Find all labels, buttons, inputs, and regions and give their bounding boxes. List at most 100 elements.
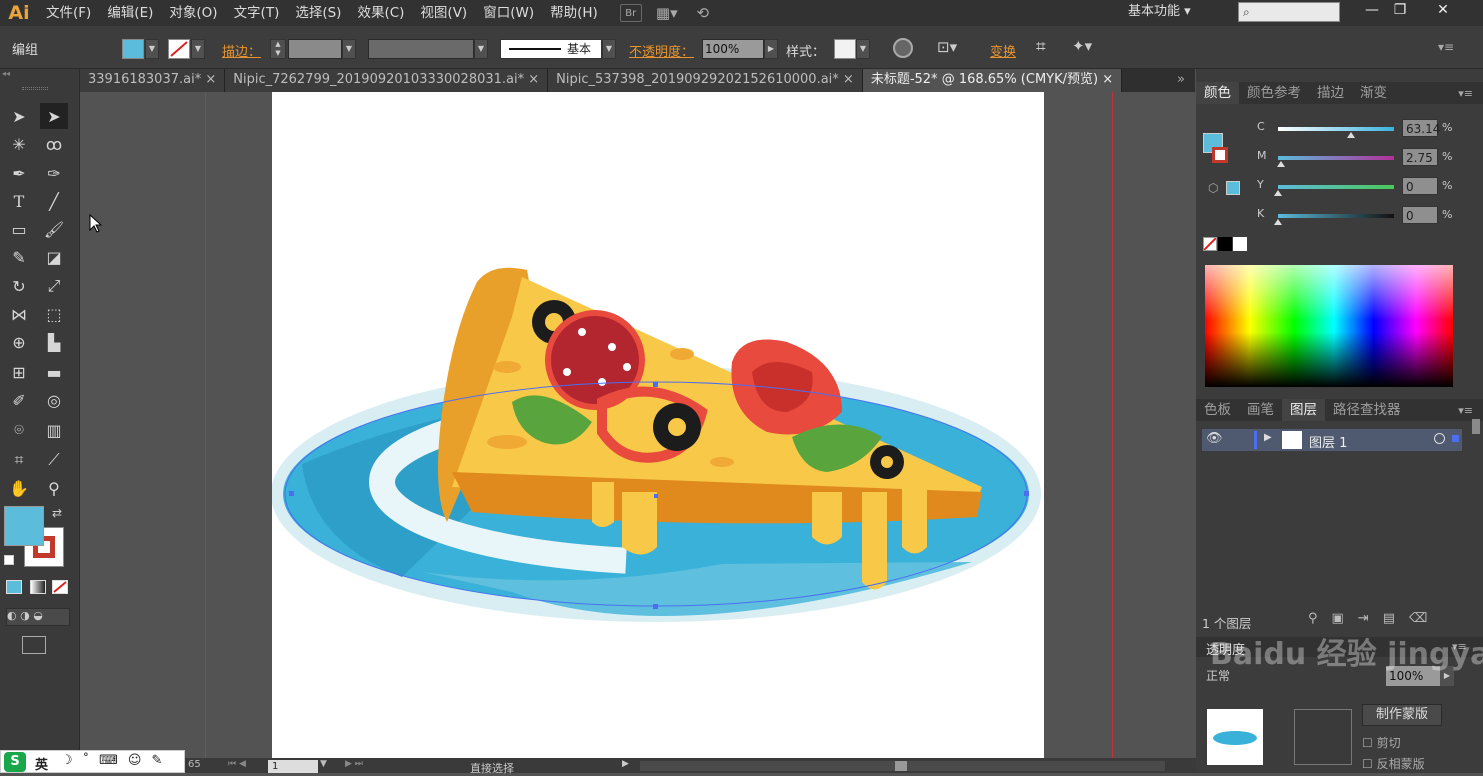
menu-window[interactable]: 窗口(W)	[475, 0, 542, 26]
tab-pathfinder[interactable]: 路径查找器	[1325, 399, 1409, 421]
layers-scrollbar[interactable]	[1472, 419, 1480, 434]
line-tool-icon[interactable]: ╱	[40, 188, 68, 214]
invert-mask-checkbox[interactable]: ☐ 反相蒙版	[1362, 755, 1425, 772]
isolation-mode-icon[interactable]: ✦▾	[1072, 37, 1092, 55]
k-value-field[interactable]: 0	[1402, 206, 1438, 224]
eraser-tool-icon[interactable]: ◪	[40, 244, 68, 270]
ime-toolbar[interactable]: S 英 ☽˚⌨☺✎	[0, 750, 185, 773]
layers-footer-icons[interactable]: ⚲▣⇥▤⌫	[1308, 611, 1441, 626]
bridge-button[interactable]: Br	[619, 4, 642, 22]
k-slider-thumb[interactable]	[1274, 219, 1282, 225]
close-icon[interactable]: ×	[843, 72, 854, 87]
transform-label[interactable]: 变换	[990, 41, 1016, 60]
pizza-artwork[interactable]	[271, 92, 1044, 760]
artboard-dropdown[interactable]: ▼	[320, 759, 327, 769]
close-icon[interactable]: ×	[205, 72, 216, 87]
close-icon[interactable]: ×	[1102, 72, 1113, 87]
toolbox-collapse-icon[interactable]: ◂◂	[0, 69, 80, 79]
fill-dropdown[interactable]: ▼	[145, 39, 159, 59]
c-slider-thumb[interactable]	[1347, 132, 1356, 138]
arrange-documents-icon[interactable]: ▦▾	[656, 4, 678, 22]
c-track[interactable]	[1278, 127, 1394, 138]
swap-colors-icon[interactable]: ⇄	[52, 506, 62, 520]
menu-view[interactable]: 视图(V)	[412, 0, 475, 26]
menu-effect[interactable]: 效果(C)	[349, 0, 412, 26]
stroke-label[interactable]: 描边：	[222, 41, 261, 60]
sogou-ime-icon[interactable]: S	[4, 752, 26, 772]
horizontal-scrollbar[interactable]	[640, 761, 1165, 771]
tab-color-guide[interactable]: 颜色参考	[1239, 82, 1309, 104]
tab-doc-2[interactable]: Nipic_7262799_20190920103330028031.ai* ×	[225, 69, 549, 92]
tab-swatches[interactable]: 色板	[1196, 399, 1239, 421]
artboard-tool-icon[interactable]: ⌗	[5, 447, 33, 473]
curvature-tool-icon[interactable]: ✑	[40, 160, 68, 186]
menu-file[interactable]: 文件(F)	[38, 0, 99, 26]
rotate-tool-icon[interactable]: ↻	[5, 273, 33, 299]
drawing-modes-icon[interactable]: ◐ ◑ ◒	[6, 608, 70, 626]
m-value-field[interactable]: 2.75	[1402, 148, 1438, 166]
screen-mode-icon[interactable]	[22, 636, 46, 654]
graphic-style-dropdown[interactable]: ▼	[856, 39, 870, 59]
recolor-artwork-icon[interactable]	[893, 38, 913, 58]
slider-c[interactable]: C 63.14 %	[1252, 119, 1482, 145]
opacity-field[interactable]: 100%	[702, 39, 764, 59]
variable-width-dropdown[interactable]: ▼	[474, 39, 488, 59]
clip-checkbox[interactable]: ☐ 剪切	[1362, 734, 1401, 751]
rectangle-tool-icon[interactable]: ▭	[5, 216, 33, 242]
mesh-tool-icon[interactable]: ⊞	[5, 359, 33, 385]
symbol-sprayer-tool-icon[interactable]: ⌾	[5, 417, 33, 443]
status-menu-icon[interactable]: ▶	[622, 759, 629, 769]
gradient-tool-icon[interactable]: ▬	[40, 359, 68, 385]
white-swatch[interactable]	[1233, 237, 1247, 251]
control-panel-menu-icon[interactable]: ▾≡	[1438, 40, 1454, 54]
toolbox-grip[interactable]	[22, 87, 48, 90]
last-color-swatch[interactable]	[1226, 181, 1240, 195]
color-spectrum[interactable]	[1205, 265, 1453, 387]
panel-menu-icon[interactable]: ▾≡	[1458, 87, 1483, 100]
ime-language[interactable]: 英	[35, 754, 48, 773]
slider-y[interactable]: Y 0 %	[1252, 177, 1482, 203]
tab-doc-1[interactable]: 33916183037.ai* ×	[80, 69, 226, 92]
black-swatch[interactable]	[1218, 237, 1232, 251]
tab-doc-active[interactable]: 未标题-52* @ 168.65% (CMYK/预览) ×	[862, 69, 1123, 92]
menu-help[interactable]: 帮助(H)	[542, 0, 606, 26]
menu-select[interactable]: 选择(S)	[287, 0, 349, 26]
panel-stroke-swatch[interactable]	[1212, 147, 1228, 163]
opacity-dropdown[interactable]: ▶	[764, 39, 778, 59]
shape-builder-tool-icon[interactable]: ⊕	[5, 329, 33, 355]
workspace-switcher[interactable]: 基本功能 ▾	[1128, 0, 1191, 26]
menu-edit[interactable]: 编辑(E)	[99, 0, 161, 26]
stroke-swatch[interactable]	[168, 39, 190, 59]
eyedropper-tool-icon[interactable]: ✐	[5, 387, 33, 413]
gpu-performance-icon[interactable]: ⟲	[692, 4, 714, 22]
magic-wand-tool-icon[interactable]: ✳	[5, 131, 33, 157]
graphic-style-swatch[interactable]	[834, 39, 856, 59]
default-colors-icon[interactable]	[4, 555, 14, 565]
y-value-field[interactable]: 0	[1402, 177, 1438, 195]
stroke-weight-field[interactable]	[288, 39, 342, 59]
stroke-weight-dropdown[interactable]: ▼	[342, 39, 356, 59]
next-page-icon[interactable]: ▶ ⏭	[345, 759, 363, 769]
pencil-tool-icon[interactable]: ✎	[5, 244, 33, 270]
stroke-weight-stepper[interactable]: ▲ ▼	[270, 39, 286, 59]
tab-brushes[interactable]: 画笔	[1239, 399, 1282, 421]
opacity-label[interactable]: 不透明度：	[629, 41, 694, 60]
type-tool-icon[interactable]: T	[5, 188, 33, 214]
blend-tool-icon[interactable]: ◎	[40, 387, 68, 413]
tab-doc-3[interactable]: Nipic_537398_20190929202152610000.ai* ×	[548, 69, 863, 92]
tab-stroke[interactable]: 描边	[1309, 82, 1352, 104]
direct-selection-tool-icon[interactable]: ➤	[40, 103, 68, 129]
search-input[interactable]: ⌕	[1238, 2, 1340, 22]
y-slider-thumb[interactable]	[1274, 190, 1282, 196]
canvas-area[interactable]	[81, 92, 1196, 760]
pen-tool-icon[interactable]: ✒	[5, 160, 33, 186]
lasso-tool-icon[interactable]: ꝏ	[40, 131, 68, 157]
panel-menu-icon[interactable]: ▾≡	[1458, 404, 1483, 417]
fill-swatch[interactable]	[122, 39, 144, 59]
layer-row[interactable]: 👁 ▶ 图层 1	[1202, 429, 1462, 451]
c-value-field[interactable]: 63.14	[1402, 119, 1440, 137]
k-track[interactable]	[1274, 214, 1394, 225]
paintbrush-tool-icon[interactable]: 🖌	[40, 216, 68, 242]
hand-tool-icon[interactable]: ✋	[5, 475, 33, 501]
close-icon[interactable]: ×	[528, 72, 539, 87]
